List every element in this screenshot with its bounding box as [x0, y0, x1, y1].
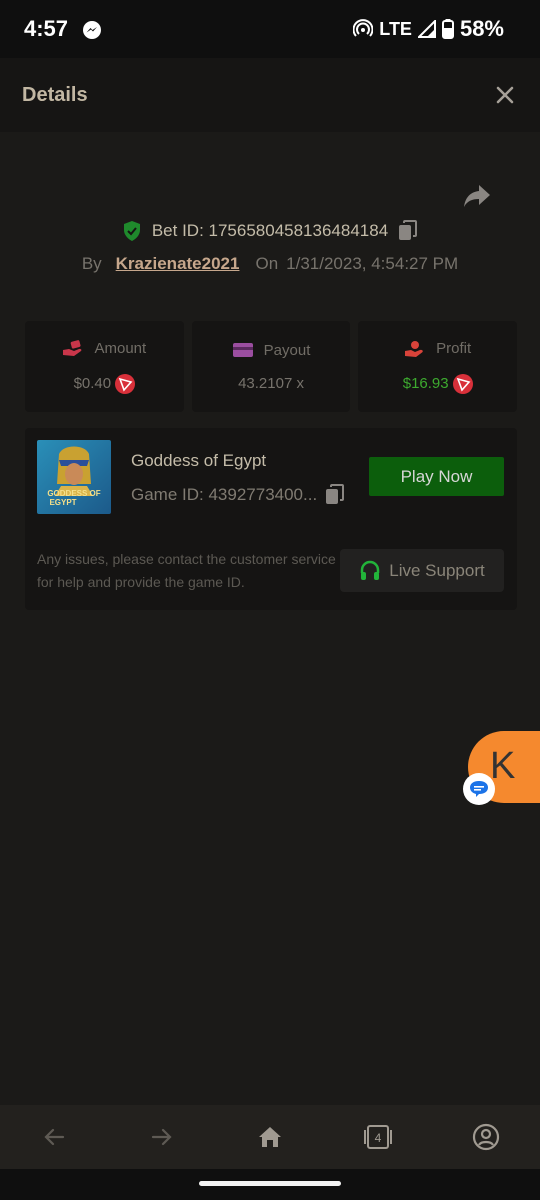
copy-icon[interactable]	[325, 484, 345, 506]
profit-hand-icon	[405, 340, 424, 357]
support-text: Any issues, please contact the customer …	[37, 551, 336, 590]
chat-bubble-icon[interactable]	[463, 773, 495, 805]
live-support-label: Live Support	[389, 560, 485, 580]
play-now-button[interactable]: Play Now	[369, 457, 504, 496]
profit-card: Profit $16.93	[358, 321, 518, 412]
bet-stats: Amount $0.40 Payout 43.2107 x Profit $16…	[25, 321, 518, 412]
network-type: LTE	[379, 18, 412, 39]
by-label: By	[81, 254, 102, 273]
amount-value: $0.40	[73, 375, 112, 392]
bet-id-row: Bet ID: 1756580458136484184	[0, 220, 540, 242]
account-button[interactable]	[466, 1117, 506, 1157]
trx-coin-icon	[115, 373, 136, 394]
back-button[interactable]	[34, 1117, 74, 1157]
home-icon	[259, 1127, 281, 1147]
payout-label: Payout	[263, 341, 311, 359]
page-title: Details	[22, 84, 88, 106]
payout-value: 43.2107 x	[238, 375, 304, 392]
tabs-icon: 4	[364, 1125, 392, 1149]
status-right: LTE 58%	[353, 16, 504, 42]
gesture-handle[interactable]	[199, 1181, 341, 1186]
arrow-right-icon	[151, 1128, 172, 1146]
share-icon[interactable]	[462, 182, 492, 210]
gesture-area	[0, 1169, 540, 1200]
copy-icon[interactable]	[398, 220, 418, 242]
username-link[interactable]: Krazienate2021	[116, 254, 240, 274]
battery-percent: 58%	[459, 16, 504, 41]
tabs-button[interactable]: 4	[358, 1117, 398, 1157]
game-card: GODDESS OF EGYPT Goddess of Egypt Game I…	[25, 428, 517, 610]
close-icon[interactable]	[494, 84, 516, 106]
hotspot-icon	[353, 19, 374, 37]
status-time: 4:57	[24, 16, 69, 41]
svg-text:4: 4	[375, 1131, 382, 1145]
game-id-row: Game ID: 4392773400...	[131, 484, 345, 506]
svg-text:EGYPT: EGYPT	[49, 498, 76, 507]
credit-card-icon	[232, 343, 253, 357]
arrow-left-icon	[44, 1128, 65, 1146]
messenger-icon	[83, 21, 101, 39]
status-bar: 4:57 LTE 58%	[0, 0, 540, 58]
amount-label: Amount	[94, 340, 147, 357]
bet-id: Bet ID: 1756580458136484184	[151, 221, 389, 240]
svg-text:GODDESS OF: GODDESS OF	[47, 489, 100, 498]
on-label: On	[255, 254, 279, 273]
shield-check-icon	[123, 221, 140, 241]
payout-card: Payout 43.2107 x	[191, 321, 351, 412]
game-thumbnail[interactable]: GODDESS OF EGYPT	[37, 440, 111, 514]
details-header: Details	[0, 58, 540, 132]
profit-label: Profit	[436, 340, 472, 357]
forward-button[interactable]	[142, 1117, 182, 1157]
signal-icon	[417, 20, 436, 38]
browser-bottom-nav: 4	[0, 1105, 540, 1169]
live-support-button[interactable]: Live Support	[340, 549, 504, 592]
account-icon	[472, 1123, 500, 1151]
home-button[interactable]	[250, 1117, 290, 1157]
bet-date: 1/31/2023, 4:54:27 PM	[286, 254, 459, 273]
trx-coin-icon	[452, 373, 473, 394]
headset-icon	[361, 560, 380, 580]
game-id: Game ID: 4392773400...	[131, 485, 318, 504]
bet-author-row: By Krazienate2021 On 1/31/2023, 4:54:27 …	[0, 254, 540, 274]
game-title: Goddess of Egypt	[131, 451, 267, 470]
avatar-letter: K	[490, 745, 516, 787]
wallet-hand-icon	[63, 339, 82, 356]
battery-icon	[441, 19, 454, 39]
amount-card: Amount $0.40	[25, 321, 184, 412]
profit-value: $16.93	[402, 375, 449, 392]
